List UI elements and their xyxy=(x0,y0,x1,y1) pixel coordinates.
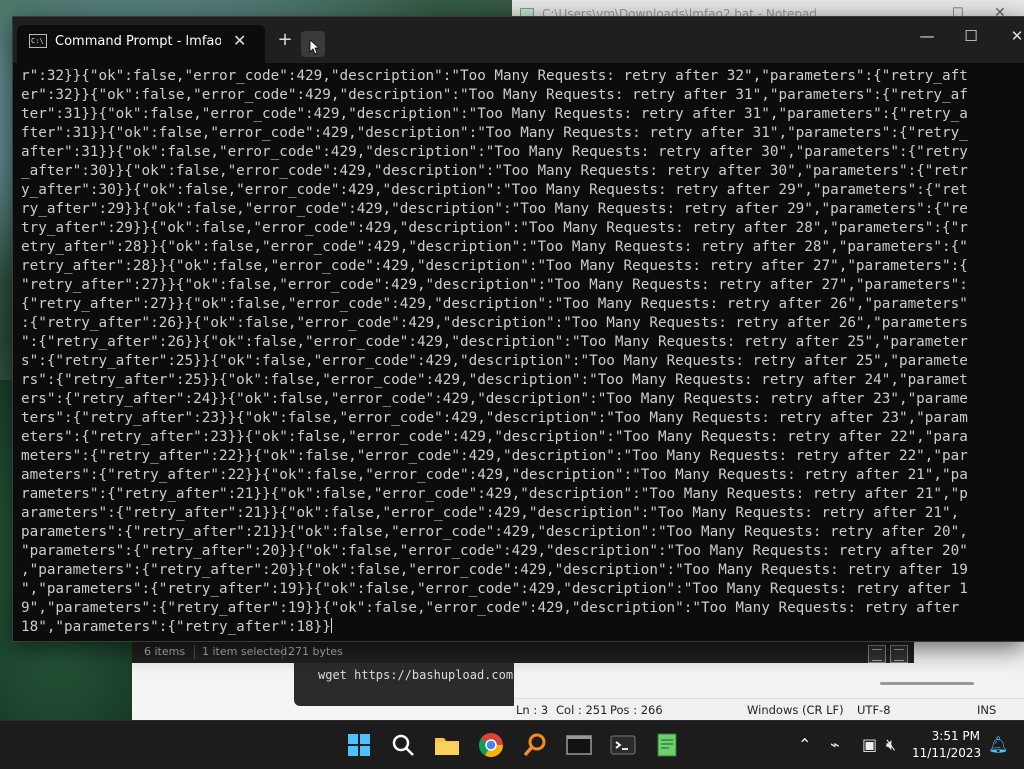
mouse-pointer-icon xyxy=(309,39,319,55)
code-snippet-text: wget https://bashupload.com xyxy=(318,668,514,682)
terminal-line: "parameters":{"retry_after":20}}{"ok":fa… xyxy=(21,543,968,559)
terminal-line: ry_after":29}}{"ok":false,"error_code":4… xyxy=(21,201,968,217)
chrome-icon[interactable] xyxy=(475,729,507,761)
terminal-line: rs":{"retry_after":25}}{"ok":false,"erro… xyxy=(21,372,968,388)
terminal-line: ers":{"retry_after":24}}{"ok":false,"err… xyxy=(21,391,968,407)
status-line: Ln : 3 xyxy=(516,703,549,717)
clock-date[interactable]: 11/11/2023 xyxy=(912,746,981,760)
selection-info: 1 item selected xyxy=(202,645,288,658)
notepad-statusbar: Ln : 3 Col : 251 Pos : 266 Windows (CR L… xyxy=(512,698,1024,721)
terminal-line: fter":31}}{"ok":false,"error_code":429,"… xyxy=(21,125,968,141)
status-eol: Windows (CR LF) xyxy=(747,703,844,717)
notepad-taskbar-icon[interactable] xyxy=(651,729,683,761)
magnifier-app-icon[interactable] xyxy=(519,729,551,761)
status-position: Pos : 266 xyxy=(610,703,663,717)
command-prompt-taskbar-icon[interactable] xyxy=(563,729,595,761)
chevron-up-icon[interactable]: ⌃ xyxy=(798,735,811,754)
terminal-line: retry_after":28}}{"ok":false,"error_code… xyxy=(21,258,968,274)
terminal-line: parameters":{"retry_after":21}}{"ok":fal… xyxy=(21,524,968,540)
horizontal-scrollbar[interactable] xyxy=(880,682,974,685)
terminal-line: "retry_after":27}}{"ok":false,"error_cod… xyxy=(21,277,968,293)
terminal-line: arameters":{"retry_after":21}}{"ok":fals… xyxy=(21,505,960,521)
status-encoding: UTF-8 xyxy=(857,703,891,717)
details-view-icon[interactable] xyxy=(868,645,886,663)
file-explorer-icon[interactable] xyxy=(431,729,463,761)
taskbar: ⌃ ⌁ ▣ 🔇︎ 3:51 PM 11/11/2023 🔔︎ xyxy=(0,720,1024,769)
terminal-output[interactable]: r":32}}{"ok":false,"error_code":429,"des… xyxy=(21,67,1017,635)
minimize-icon[interactable]: — xyxy=(917,27,937,45)
notification-bell-icon[interactable]: 🔔︎ xyxy=(988,735,1008,754)
terminal-line: eters":{"retry_after":23}}{"ok":false,"e… xyxy=(21,429,968,445)
start-windows-icon[interactable] xyxy=(343,729,375,761)
explorer-statusbar: 6 items 1 item selected 271 bytes xyxy=(132,640,914,663)
terminal-line: 18","parameters":{"retry_after":18}} xyxy=(21,618,332,635)
terminal-line: 9","parameters":{"retry_after":19}}{"ok"… xyxy=(21,600,960,616)
selection-size: 271 bytes xyxy=(288,645,343,658)
terminal-line: _after":30}}{"ok":false,"error_code":429… xyxy=(21,163,968,179)
terminal-window[interactable]: C:\ Command Prompt - lmfao.bat ✕ + ⌄ — ☐… xyxy=(12,16,1024,642)
terminal-line: rameters":{"retry_after":21}}{"ok":false… xyxy=(21,486,968,502)
network-icon[interactable]: ▣ xyxy=(862,735,877,754)
terminal-line: {"retry_after":27}}{"ok":false,"error_co… xyxy=(21,296,968,312)
tab-command-prompt[interactable]: C:\ Command Prompt - lmfao.bat ✕ xyxy=(17,25,265,63)
terminal-line: ter":31}}{"ok":false,"error_code":429,"d… xyxy=(21,106,968,122)
text-cursor xyxy=(330,618,332,633)
close-tab-icon[interactable]: ✕ xyxy=(233,31,246,50)
terminal-line: ters":{"retry_after":23}}{"ok":false,"er… xyxy=(21,410,968,426)
maximize-icon[interactable]: ☐ xyxy=(961,27,981,45)
close-window-icon[interactable]: ✕ xyxy=(1007,27,1024,45)
command-prompt-icon: C:\ xyxy=(29,34,47,48)
terminal-line: ":{"retry_after":26}}{"ok":false,"error_… xyxy=(21,334,968,350)
terminal-line: r":32}}{"ok":false,"error_code":429,"des… xyxy=(21,68,968,84)
terminal-line: s":{"retry_after":25}}{"ok":false,"error… xyxy=(21,353,968,369)
new-tab-icon[interactable]: + xyxy=(275,29,295,50)
terminal-line: meters":{"retry_after":22}}{"ok":false,"… xyxy=(21,448,968,464)
volume-muted-icon[interactable]: 🔇︎ xyxy=(886,735,896,755)
status-insert-mode: INS xyxy=(977,703,997,717)
terminal-line: try_after":29}}{"ok":false,"error_code":… xyxy=(21,220,968,236)
items-count: 6 items xyxy=(144,645,186,658)
terminal-tab-strip[interactable]: C:\ Command Prompt - lmfao.bat ✕ + ⌄ — ☐… xyxy=(13,17,1024,63)
divider xyxy=(282,645,283,659)
terminal-line: ameters":{"retry_after":22}}{"ok":false,… xyxy=(21,467,968,483)
terminal-line: ,"parameters":{"retry_after":20}}{"ok":f… xyxy=(21,562,968,578)
terminal-line: :{"retry_after":26}}{"ok":false,"error_c… xyxy=(21,315,968,331)
tiles-view-icon[interactable] xyxy=(890,645,908,663)
divider xyxy=(194,645,195,659)
terminal-line: ","parameters":{"retry_after":19}}{"ok":… xyxy=(21,581,968,597)
terminal-line: after":31}}{"ok":false,"error_code":429,… xyxy=(21,144,968,160)
status-column: Col : 251 xyxy=(556,703,608,717)
tab-title: Command Prompt - lmfao.bat xyxy=(55,34,221,49)
terminal-taskbar-icon[interactable] xyxy=(607,729,639,761)
network-disconnected-icon[interactable]: ⌁ xyxy=(830,735,840,754)
terminal-line: etry_after":28}}{"ok":false,"error_code"… xyxy=(21,239,968,255)
clock-time[interactable]: 3:51 PM xyxy=(928,729,980,743)
terminal-line: er":32}}{"ok":false,"error_code":429,"de… xyxy=(21,87,968,103)
code-snippet: wget https://bashupload.com xyxy=(294,662,514,706)
terminal-line: y_after":30}}{"ok":false,"error_code":42… xyxy=(21,182,968,198)
search-icon[interactable] xyxy=(387,729,419,761)
